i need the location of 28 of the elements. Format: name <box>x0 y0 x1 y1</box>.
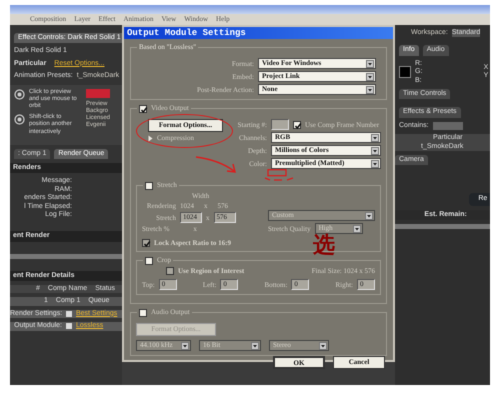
dropdown-arrow-icon <box>365 212 373 220</box>
checkbox[interactable] <box>142 238 150 247</box>
dropdown-arrow-icon <box>366 86 374 94</box>
dropdown-arrow-icon <box>366 60 374 68</box>
logo-block <box>86 88 110 98</box>
starting-field[interactable] <box>271 119 289 130</box>
dropdown-arrow-icon <box>366 72 374 81</box>
search-field[interactable] <box>432 122 463 130</box>
dropdown-arrow-icon <box>371 160 379 168</box>
checkbox[interactable] <box>166 267 174 276</box>
checkbox[interactable] <box>145 256 153 265</box>
checkbox[interactable] <box>139 308 147 317</box>
handwritten-note: 选 <box>313 236 335 256</box>
dropdown-arrow-icon <box>371 134 379 142</box>
dropdown-arrow-icon <box>352 224 361 233</box>
disclosure-triangle-icon <box>148 134 153 142</box>
checkbox[interactable] <box>145 182 153 190</box>
checkbox[interactable] <box>139 104 147 113</box>
dropdown-arrow-icon <box>251 342 259 350</box>
dropdown-arrow-icon <box>181 342 189 350</box>
checkbox[interactable] <box>293 120 301 129</box>
color-swatch <box>399 66 411 78</box>
orbit-icon <box>14 88 25 100</box>
dialog-title: Output Module Settings <box>124 27 393 40</box>
dropdown-arrow-icon <box>371 146 379 155</box>
dropdown-arrow-icon <box>319 342 327 350</box>
hand-drawn-arrow <box>194 155 238 176</box>
orbit-icon <box>14 114 25 126</box>
